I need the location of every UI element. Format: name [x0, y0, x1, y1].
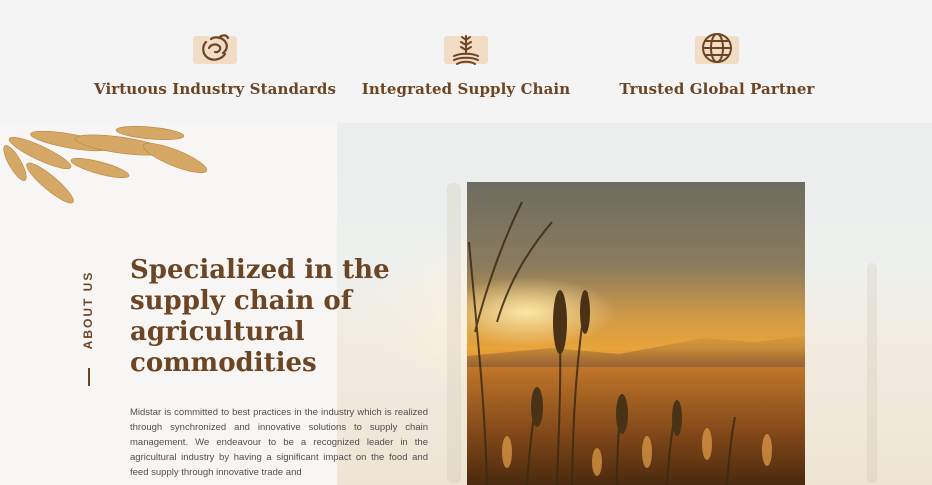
about-us-label: ABOUT US [81, 270, 95, 350]
wheat-decoration [3, 126, 207, 204]
about-section: ABOUT US Specialized in the supply chain… [0, 123, 932, 485]
wheat-field-icon [440, 28, 492, 68]
feature-trusted-global-partner: Trusted Global Partner [587, 28, 847, 98]
feature-label: Integrated Supply Chain [361, 80, 571, 98]
handshake-leaf-icon [189, 28, 241, 68]
features-strip: Virtuous Industry Standards Integrated S… [0, 0, 932, 123]
feature-integrated-supply-chain: Integrated Supply Chain [336, 28, 596, 98]
section-label-bar [88, 368, 90, 386]
wheat-field-sunset-photo [467, 182, 805, 485]
about-body-text: Midstar is committed to best practices i… [130, 407, 428, 478]
globe-icon [691, 28, 743, 68]
about-heading: Specialized in the supply chain of agric… [130, 255, 390, 378]
feature-virtuous-standards: Virtuous Industry Standards [85, 28, 345, 98]
section-side-label: ABOUT US [80, 263, 96, 386]
feature-label: Virtuous Industry Standards [93, 80, 337, 98]
feature-label: Trusted Global Partner [619, 80, 815, 98]
